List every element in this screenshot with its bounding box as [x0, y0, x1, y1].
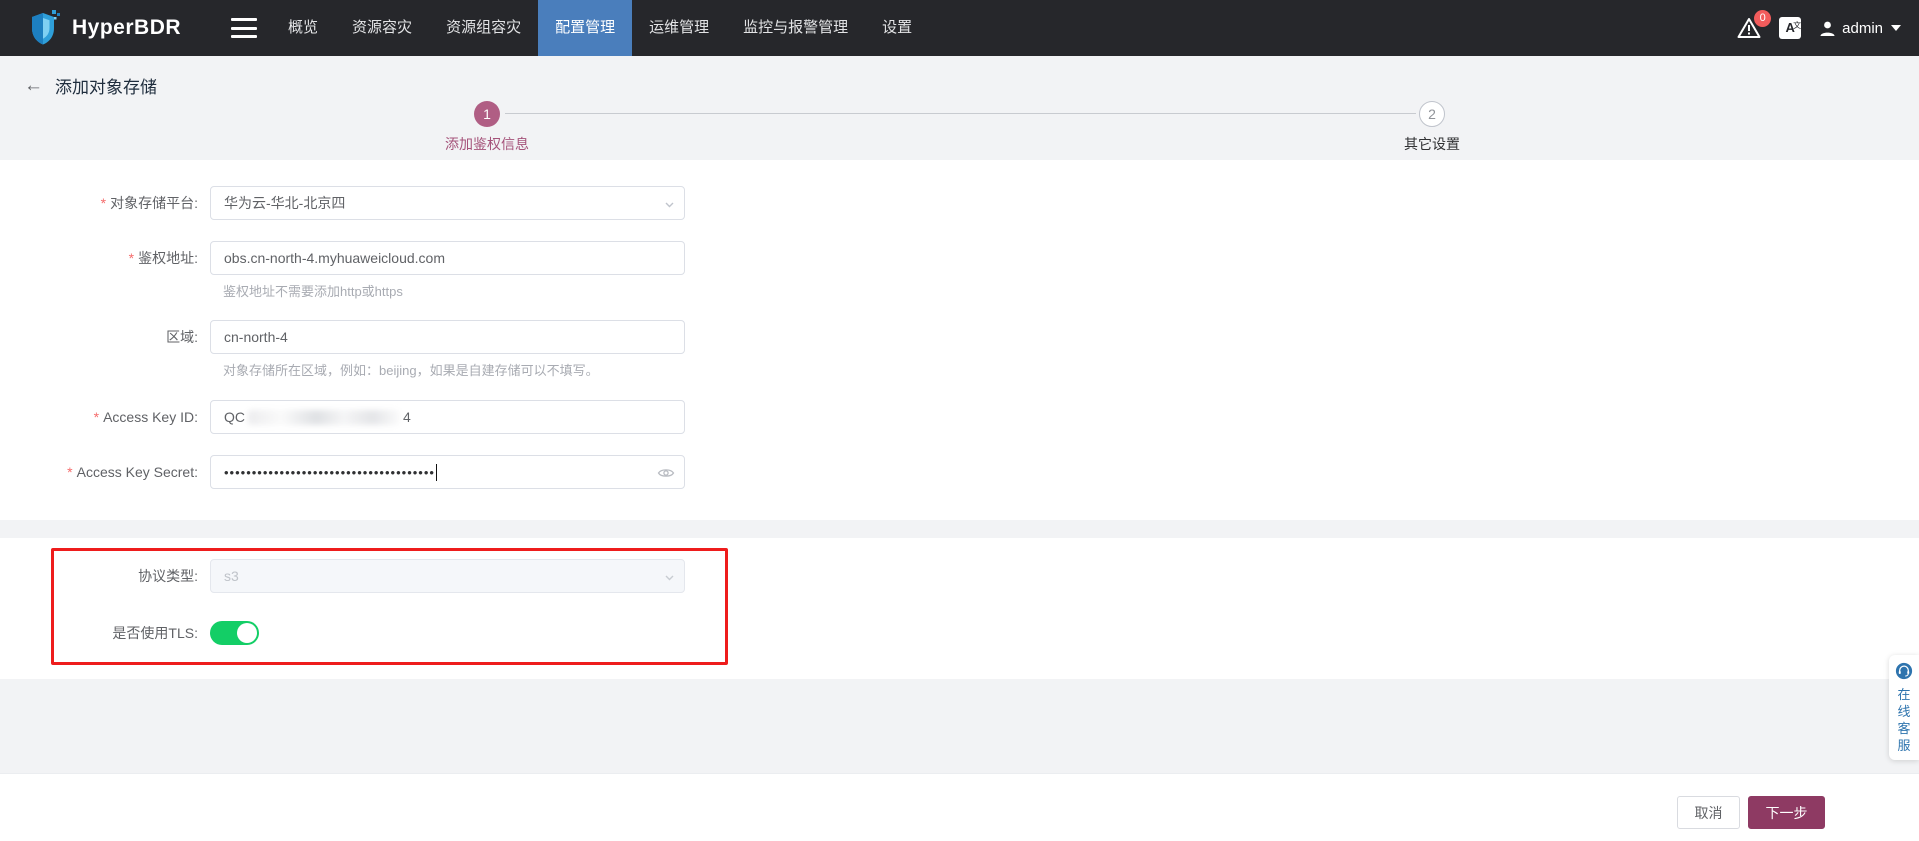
cancel-button[interactable]: 取消: [1677, 796, 1740, 829]
field-label-protocol: 协议类型:: [138, 568, 198, 584]
chevron-down-icon: [1891, 25, 1901, 31]
masked-password-value: ••••••••••••••••••••••••••••••••••••••: [224, 464, 435, 480]
alert-icon[interactable]: 0: [1737, 10, 1772, 39]
access-key-secret-input[interactable]: ••••••••••••••••••••••••••••••••••••••: [210, 455, 685, 489]
access-key-id-row: * Access Key ID: QC 4: [0, 400, 685, 434]
required-mark: *: [100, 195, 107, 211]
access-key-secret-row: * Access Key Secret: ••••••••••••••••••••…: [0, 455, 685, 489]
step-1-label: 添加鉴权信息: [445, 136, 529, 152]
nav-item-settings[interactable]: 设置: [865, 0, 929, 56]
auth-info-card: * 对象存储平台: 华为云-华北-北京四 * 鉴权地址: obs.cn-north-…: [0, 160, 1919, 665]
user-menu[interactable]: admin: [1819, 20, 1901, 37]
required-mark: *: [67, 464, 73, 480]
step-2-label: 其它设置: [1404, 136, 1460, 152]
step-1-circle: 1: [474, 101, 500, 127]
language-icon-zh: 文: [1793, 21, 1802, 30]
username: admin: [1842, 19, 1883, 37]
nav-item-ops-management[interactable]: 运维管理: [632, 0, 726, 56]
redacted-value-blur: [248, 409, 400, 425]
region-input[interactable]: cn-north-4: [210, 320, 685, 354]
shield-logo-icon: [32, 10, 60, 45]
protocol-row: 协议类型: s3: [0, 559, 685, 593]
nav-item-config-management[interactable]: 配置管理: [538, 0, 633, 56]
field-label-access-key-secret: * Access Key Secret:: [67, 464, 198, 480]
next-step-button[interactable]: 下一步: [1748, 796, 1825, 829]
app-logo[interactable]: HyperBDR: [28, 9, 181, 47]
chevron-down-icon: [665, 573, 674, 582]
tls-row: 是否使用TLS:: [0, 618, 259, 648]
required-mark: *: [93, 409, 100, 425]
nav-item-resource-group-dr[interactable]: 资源组容灾: [429, 0, 538, 56]
brand-name: HyperBDR: [72, 16, 182, 39]
online-support-widget[interactable]: 在线客服: [1889, 655, 1919, 760]
top-navigation-bar: HyperBDR 概览 资源容灾 资源组容灾 配置管理 运维管理 监控与报警管理…: [0, 0, 1919, 56]
platform-row: * 对象存储平台: 华为云-华北-北京四: [0, 186, 685, 220]
footer-bar: 取消 下一步: [0, 773, 1919, 841]
headset-icon: [1895, 662, 1913, 680]
auth-address-value: obs.cn-north-4.myhuaweicloud.com: [224, 250, 445, 266]
region-row: 区域: cn-north-4: [0, 320, 685, 354]
toggle-knob: [237, 623, 257, 643]
language-icon[interactable]: A文: [1779, 17, 1802, 39]
nav-item-monitoring-alarm[interactable]: 监控与报警管理: [726, 0, 865, 56]
protocol-select-value: s3: [224, 568, 239, 584]
main-nav: 概览 资源容灾 资源组容灾 配置管理 运维管理 监控与报警管理 设置: [271, 0, 929, 56]
tls-toggle[interactable]: [210, 621, 259, 645]
auth-address-row: * 鉴权地址: obs.cn-north-4.myhuaweicloud.com: [0, 241, 685, 275]
region-help-text: 对象存储所在区域，例如：beijing，如果是自建存储可以不填写。: [223, 363, 599, 378]
protocol-settings-card: 协议类型: s3 是否使用TLS:: [0, 538, 1919, 679]
eye-icon[interactable]: [657, 464, 675, 482]
text-cursor: [435, 463, 438, 481]
platform-select-value: 华为云-华北-北京四: [224, 195, 346, 211]
platform-select[interactable]: 华为云-华北-北京四: [210, 186, 685, 220]
protocol-select: s3: [210, 559, 685, 593]
user-icon: [1820, 21, 1835, 36]
field-label-tls: 是否使用TLS:: [112, 625, 198, 641]
access-key-id-input[interactable]: QC 4: [210, 400, 685, 434]
footer-buttons: 取消 下一步: [1677, 796, 1825, 829]
nav-item-resource-dr[interactable]: 资源容灾: [335, 0, 429, 56]
access-key-id-prefix: QC: [224, 409, 245, 425]
menu-toggle-icon[interactable]: [231, 18, 258, 38]
field-label-region: 区域:: [166, 329, 198, 345]
field-label-access-key-id: * Access Key ID:: [93, 409, 198, 425]
alert-count-badge: 0: [1754, 10, 1772, 27]
field-label-platform: * 对象存储平台:: [100, 195, 198, 211]
step-connector-line: [505, 113, 1416, 114]
step-2-circle: 2: [1419, 101, 1445, 127]
nav-item-overview[interactable]: 概览: [271, 0, 335, 56]
field-label-auth-address: * 鉴权地址:: [128, 250, 198, 266]
online-support-label: 在线客服: [1897, 687, 1911, 753]
region-value: cn-north-4: [224, 329, 288, 345]
required-mark: *: [128, 250, 135, 266]
access-key-id-suffix: 4: [403, 409, 411, 425]
auth-address-input[interactable]: obs.cn-north-4.myhuaweicloud.com: [210, 241, 685, 275]
auth-address-help-text: 鉴权地址不需要添加http或https: [223, 284, 403, 299]
chevron-down-icon: [665, 200, 674, 209]
topbar-right-group: 0 A文 admin: [1737, 10, 1901, 39]
